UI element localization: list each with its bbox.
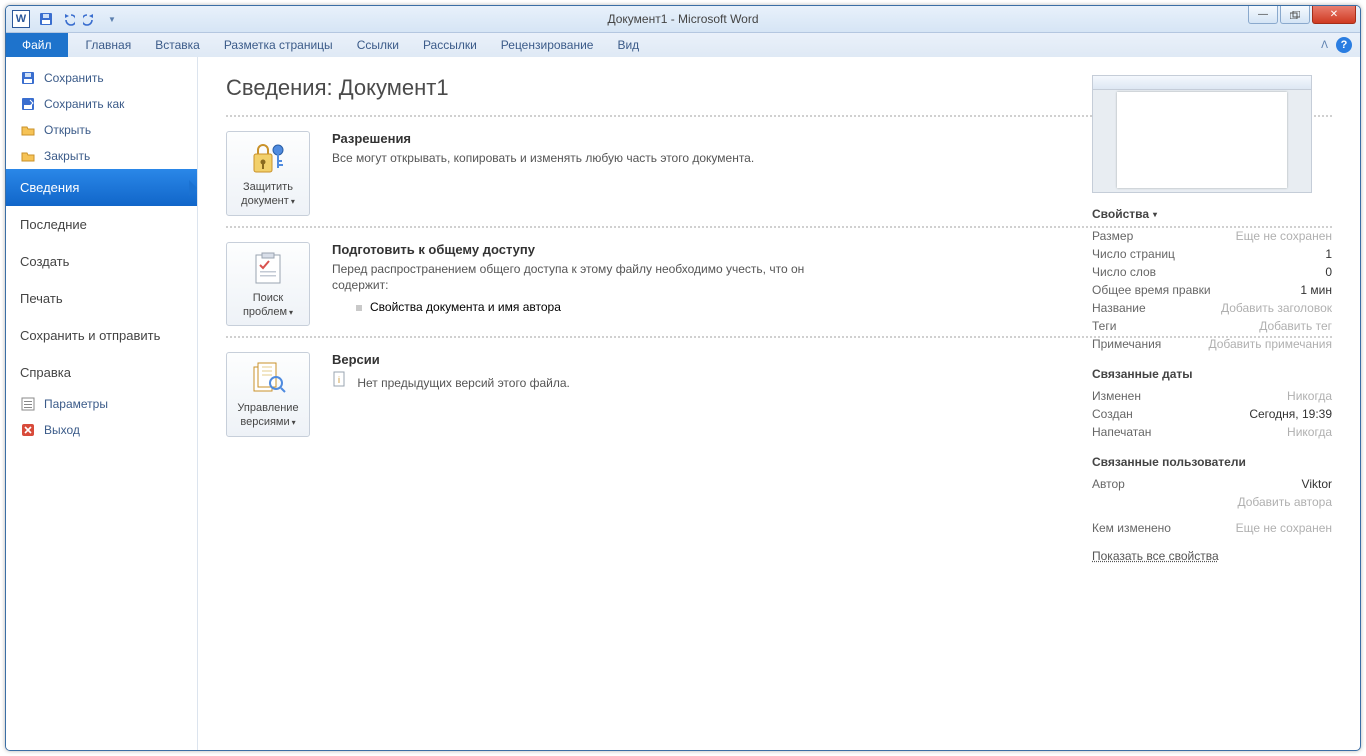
sidebar-item-new[interactable]: Создать: [6, 243, 197, 280]
sidebar-item-save-send[interactable]: Сохранить и отправить: [6, 317, 197, 354]
sidebar-item-close[interactable]: Закрыть: [6, 143, 197, 169]
sidebar-item-label: Выход: [44, 423, 80, 437]
related-users-heading: Связанные пользователи: [1092, 455, 1332, 469]
sidebar-item-print[interactable]: Печать: [6, 280, 197, 317]
undo-icon[interactable]: [60, 11, 76, 27]
decorative-swoosh: [660, 530, 1360, 750]
help-icon[interactable]: ?: [1336, 37, 1352, 53]
prop-notes[interactable]: ПримечанияДобавить примечания: [1092, 335, 1332, 353]
svg-text:i: i: [338, 375, 340, 385]
window-controls: — ✕: [1246, 6, 1356, 24]
prop-size: РазмерЕще не сохранен: [1092, 227, 1332, 245]
sidebar-item-open[interactable]: Открыть: [6, 117, 197, 143]
ribbon-tabs: Файл Главная Вставка Разметка страницы С…: [6, 33, 1360, 57]
sidebar-item-exit[interactable]: Выход: [6, 417, 197, 443]
versions-icon: [248, 361, 288, 397]
prepare-share-desc: Перед распространением общего доступа к …: [332, 261, 812, 295]
sidebar-item-label: Сохранить как: [44, 97, 124, 111]
exit-icon: [20, 422, 36, 438]
maximize-button[interactable]: [1280, 6, 1310, 24]
checklist-icon: [248, 251, 288, 287]
tab-layout[interactable]: Разметка страницы: [212, 33, 345, 57]
sidebar-item-options[interactable]: Параметры: [6, 391, 197, 417]
sidebar-item-label: Открыть: [44, 123, 91, 137]
app-window: W ▼ Документ1 - Microsoft Word — ✕ Файл …: [5, 5, 1361, 751]
protect-document-button[interactable]: Защитить документ▾: [226, 131, 310, 216]
bullet-icon: [356, 305, 362, 311]
sidebar-item-label: Сохранить: [44, 71, 104, 85]
sidebar-item-label: Сохранить и отправить: [20, 328, 160, 343]
sidebar-item-info[interactable]: Сведения: [6, 169, 197, 206]
thumbnail-ribbon: [1093, 76, 1311, 90]
tab-insert[interactable]: Вставка: [143, 33, 212, 57]
sidebar-item-label: Справка: [20, 365, 71, 380]
minimize-button[interactable]: —: [1248, 6, 1278, 24]
sidebar-item-save[interactable]: Сохранить: [6, 65, 197, 91]
prop-author: АвторViktor: [1092, 475, 1332, 493]
sidebar-item-label: Закрыть: [44, 149, 90, 163]
backstage: Сохранить Сохранить как Открыть Закрыть …: [6, 57, 1360, 750]
window-title: Документ1 - Microsoft Word: [6, 12, 1360, 26]
properties-panel: Свойства▾ РазмерЕще не сохранен Число ст…: [1092, 75, 1332, 563]
word-app-icon[interactable]: W: [12, 10, 30, 28]
prop-add-author[interactable]: Добавить автора: [1092, 493, 1332, 511]
qat-dropdown-icon[interactable]: ▼: [104, 11, 120, 27]
prop-printed: НапечатанНикогда: [1092, 423, 1332, 441]
backstage-main: Сведения: Документ1 Защитить документ▾ Р…: [198, 57, 1360, 750]
lock-key-icon: [248, 140, 288, 176]
tab-review[interactable]: Рецензирование: [489, 33, 606, 57]
sidebar-item-label: Параметры: [44, 397, 108, 411]
close-button[interactable]: ✕: [1312, 6, 1356, 24]
permissions-desc: Все могут открывать, копировать и изменя…: [332, 150, 812, 167]
document-thumbnail[interactable]: [1092, 75, 1312, 193]
versions-desc: i Нет предыдущих версий этого файла.: [332, 371, 812, 392]
minimize-ribbon-icon[interactable]: ᐱ: [1321, 40, 1328, 51]
title-bar: W ▼ Документ1 - Microsoft Word — ✕: [6, 6, 1360, 33]
related-dates-heading: Связанные даты: [1092, 367, 1332, 381]
prop-pages: Число страниц1: [1092, 245, 1332, 263]
button-label: Защитить документ▾: [231, 180, 305, 209]
sidebar-item-save-as[interactable]: Сохранить как: [6, 91, 197, 117]
prop-edit-time: Общее время правки1 мин: [1092, 281, 1332, 299]
sidebar-item-help[interactable]: Справка: [6, 354, 197, 391]
check-issues-button[interactable]: Поиск проблем▾: [226, 242, 310, 327]
prop-created: СозданСегодня, 19:39: [1092, 405, 1332, 423]
show-all-properties-link[interactable]: Показать все свойства: [1092, 549, 1219, 563]
redo-icon[interactable]: [82, 11, 98, 27]
sidebar-item-label: Сведения: [20, 180, 79, 195]
prop-modified: ИзмененНикогда: [1092, 387, 1332, 405]
options-icon: [20, 396, 36, 412]
save-icon: [20, 70, 36, 86]
backstage-sidebar: Сохранить Сохранить как Открыть Закрыть …: [6, 57, 198, 750]
thumbnail-page: [1117, 92, 1287, 188]
manage-versions-button[interactable]: Управление версиями▾: [226, 352, 310, 437]
doc-info-icon: i: [332, 371, 348, 387]
sidebar-item-label: Последние: [20, 217, 87, 232]
prop-title[interactable]: НазваниеДобавить заголовок: [1092, 299, 1332, 317]
sidebar-item-recent[interactable]: Последние: [6, 206, 197, 243]
tab-references[interactable]: Ссылки: [345, 33, 411, 57]
sidebar-item-label: Печать: [20, 291, 63, 306]
prop-words: Число слов0: [1092, 263, 1332, 281]
quick-access-toolbar: ▼: [38, 11, 120, 27]
properties-dropdown[interactable]: Свойства▾: [1092, 207, 1332, 221]
folder-close-icon: [20, 148, 36, 164]
prop-last-modified-by: Кем измененоЕще не сохранен: [1092, 519, 1332, 537]
sidebar-item-label: Создать: [20, 254, 69, 269]
tab-mailings[interactable]: Рассылки: [411, 33, 489, 57]
button-label: Управление версиями▾: [231, 401, 305, 430]
tab-view[interactable]: Вид: [605, 33, 651, 57]
tab-file[interactable]: Файл: [6, 33, 68, 57]
button-label: Поиск проблем▾: [231, 291, 305, 320]
prop-tags[interactable]: ТегиДобавить тег: [1092, 317, 1332, 335]
tab-home[interactable]: Главная: [74, 33, 144, 57]
save-icon[interactable]: [38, 11, 54, 27]
save-as-icon: [20, 96, 36, 112]
folder-open-icon: [20, 122, 36, 138]
bullet-text: Свойства документа и имя автора: [370, 300, 561, 314]
